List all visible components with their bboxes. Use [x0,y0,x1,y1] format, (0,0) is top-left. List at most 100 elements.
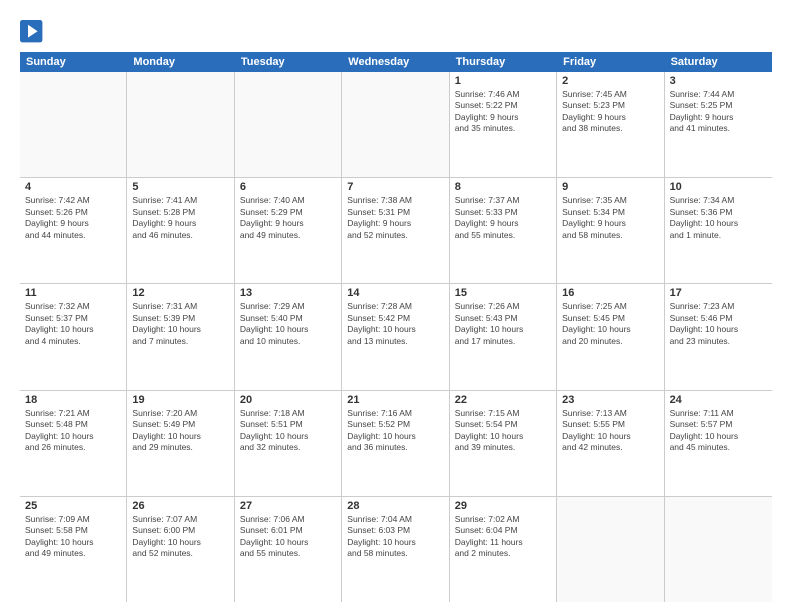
calendar-cell: 17 Sunrise: 7:23 AM Sunset: 5:46 PM Dayli… [665,284,772,389]
day-number: 20 [240,394,336,406]
calendar-header-cell: Wednesday [342,52,449,72]
day-info: Sunrise: 7:45 AM Sunset: 5:23 PM Dayligh… [562,89,658,135]
day-number: 4 [25,181,121,193]
calendar-cell [342,72,449,177]
calendar-cell: 4 Sunrise: 7:42 AM Sunset: 5:26 PM Daylig… [20,178,127,283]
calendar-cell: 23 Sunrise: 7:13 AM Sunset: 5:55 PM Dayli… [557,391,664,496]
day-number: 5 [132,181,228,193]
calendar-row: 11 Sunrise: 7:32 AM Sunset: 5:37 PM Dayli… [20,284,772,390]
day-number: 11 [25,287,121,299]
day-info: Sunrise: 7:06 AM Sunset: 6:01 PM Dayligh… [240,514,336,560]
day-info: Sunrise: 7:44 AM Sunset: 5:25 PM Dayligh… [670,89,767,135]
calendar-header-cell: Sunday [20,52,127,72]
day-info: Sunrise: 7:37 AM Sunset: 5:33 PM Dayligh… [455,195,551,241]
calendar-cell [127,72,234,177]
day-number: 21 [347,394,443,406]
day-info: Sunrise: 7:32 AM Sunset: 5:37 PM Dayligh… [25,301,121,347]
day-info: Sunrise: 7:28 AM Sunset: 5:42 PM Dayligh… [347,301,443,347]
logo [20,20,48,44]
day-info: Sunrise: 7:23 AM Sunset: 5:46 PM Dayligh… [670,301,767,347]
day-info: Sunrise: 7:18 AM Sunset: 5:51 PM Dayligh… [240,408,336,454]
day-number: 23 [562,394,658,406]
day-number: 17 [670,287,767,299]
calendar-cell: 21 Sunrise: 7:16 AM Sunset: 5:52 PM Dayli… [342,391,449,496]
day-number: 26 [132,500,228,512]
day-number: 16 [562,287,658,299]
day-number: 13 [240,287,336,299]
header [20,16,772,44]
day-info: Sunrise: 7:09 AM Sunset: 5:58 PM Dayligh… [25,514,121,560]
day-info: Sunrise: 7:38 AM Sunset: 5:31 PM Dayligh… [347,195,443,241]
day-number: 18 [25,394,121,406]
day-number: 27 [240,500,336,512]
page: SundayMondayTuesdayWednesdayThursdayFrid… [0,0,792,612]
calendar-cell: 15Sunrise: 7:26 AM Sunset: 5:43 PM Dayli… [450,284,557,389]
calendar-cell: 2 Sunrise: 7:45 AM Sunset: 5:23 PM Daylig… [557,72,664,177]
day-number: 25 [25,500,121,512]
day-info: Sunrise: 7:40 AM Sunset: 5:29 PM Dayligh… [240,195,336,241]
calendar-header-cell: Saturday [665,52,772,72]
calendar-body: 1 Sunrise: 7:46 AM Sunset: 5:22 PM Daylig… [20,72,772,602]
day-info: Sunrise: 7:16 AM Sunset: 5:52 PM Dayligh… [347,408,443,454]
calendar-cell: 11 Sunrise: 7:32 AM Sunset: 5:37 PM Dayli… [20,284,127,389]
day-number: 7 [347,181,443,193]
calendar-cell: 20 Sunrise: 7:18 AM Sunset: 5:51 PM Dayli… [235,391,342,496]
day-info: Sunrise: 7:20 AM Sunset: 5:49 PM Dayligh… [132,408,228,454]
calendar-cell: 27 Sunrise: 7:06 AM Sunset: 6:01 PM Dayli… [235,497,342,602]
day-number: 2 [562,75,658,87]
calendar-cell: 10Sunrise: 7:34 AM Sunset: 5:36 PM Dayli… [665,178,772,283]
calendar-cell: 13Sunrise: 7:29 AM Sunset: 5:40 PM Dayli… [235,284,342,389]
logo-icon [20,20,44,44]
day-info: Sunrise: 7:11 AM Sunset: 5:57 PM Dayligh… [670,408,767,454]
calendar-cell [557,497,664,602]
day-number: 3 [670,75,767,87]
calendar: SundayMondayTuesdayWednesdayThursdayFrid… [20,52,772,602]
day-info: Sunrise: 7:21 AM Sunset: 5:48 PM Dayligh… [25,408,121,454]
calendar-cell: 5 Sunrise: 7:41 AM Sunset: 5:28 PM Daylig… [127,178,234,283]
day-info: Sunrise: 7:35 AM Sunset: 5:34 PM Dayligh… [562,195,658,241]
day-info: Sunrise: 7:41 AM Sunset: 5:28 PM Dayligh… [132,195,228,241]
day-number: 28 [347,500,443,512]
calendar-header: SundayMondayTuesdayWednesdayThursdayFrid… [20,52,772,72]
calendar-row: 25 Sunrise: 7:09 AM Sunset: 5:58 PM Dayli… [20,497,772,602]
calendar-header-cell: Tuesday [235,52,342,72]
day-number: 12 [132,287,228,299]
day-info: Sunrise: 7:34 AM Sunset: 5:36 PM Dayligh… [670,195,767,241]
calendar-header-cell: Monday [127,52,234,72]
calendar-header-cell: Friday [557,52,664,72]
calendar-row: 4 Sunrise: 7:42 AM Sunset: 5:26 PM Daylig… [20,178,772,284]
calendar-cell: 19Sunrise: 7:20 AM Sunset: 5:49 PM Dayli… [127,391,234,496]
day-info: Sunrise: 7:42 AM Sunset: 5:26 PM Dayligh… [25,195,121,241]
day-info: Sunrise: 7:13 AM Sunset: 5:55 PM Dayligh… [562,408,658,454]
calendar-cell: 12Sunrise: 7:31 AM Sunset: 5:39 PM Dayli… [127,284,234,389]
calendar-cell: 22Sunrise: 7:15 AM Sunset: 5:54 PM Dayli… [450,391,557,496]
day-number: 22 [455,394,551,406]
day-info: Sunrise: 7:25 AM Sunset: 5:45 PM Dayligh… [562,301,658,347]
calendar-cell: 26 Sunrise: 7:07 AM Sunset: 6:00 PM Dayli… [127,497,234,602]
calendar-cell: 24 Sunrise: 7:11 AM Sunset: 5:57 PM Dayli… [665,391,772,496]
calendar-cell: 29Sunrise: 7:02 AM Sunset: 6:04 PM Dayli… [450,497,557,602]
day-info: Sunrise: 7:04 AM Sunset: 6:03 PM Dayligh… [347,514,443,560]
day-number: 24 [670,394,767,406]
calendar-cell: 6Sunrise: 7:40 AM Sunset: 5:29 PM Daylig… [235,178,342,283]
day-info: Sunrise: 7:07 AM Sunset: 6:00 PM Dayligh… [132,514,228,560]
day-info: Sunrise: 7:02 AM Sunset: 6:04 PM Dayligh… [455,514,551,560]
calendar-cell: 8 Sunrise: 7:37 AM Sunset: 5:33 PM Daylig… [450,178,557,283]
calendar-cell: 7 Sunrise: 7:38 AM Sunset: 5:31 PM Daylig… [342,178,449,283]
day-number: 14 [347,287,443,299]
calendar-cell: 3 Sunrise: 7:44 AM Sunset: 5:25 PM Daylig… [665,72,772,177]
calendar-header-cell: Thursday [450,52,557,72]
calendar-cell: 14 Sunrise: 7:28 AM Sunset: 5:42 PM Dayli… [342,284,449,389]
calendar-row: 18 Sunrise: 7:21 AM Sunset: 5:48 PM Dayli… [20,391,772,497]
day-number: 1 [455,75,551,87]
calendar-cell [235,72,342,177]
calendar-cell: 18 Sunrise: 7:21 AM Sunset: 5:48 PM Dayli… [20,391,127,496]
day-number: 15 [455,287,551,299]
day-info: Sunrise: 7:46 AM Sunset: 5:22 PM Dayligh… [455,89,551,135]
calendar-cell: 25 Sunrise: 7:09 AM Sunset: 5:58 PM Dayli… [20,497,127,602]
calendar-cell: 9Sunrise: 7:35 AM Sunset: 5:34 PM Daylig… [557,178,664,283]
calendar-cell [20,72,127,177]
day-number: 8 [455,181,551,193]
calendar-cell: 16 Sunrise: 7:25 AM Sunset: 5:45 PM Dayli… [557,284,664,389]
calendar-row: 1 Sunrise: 7:46 AM Sunset: 5:22 PM Daylig… [20,72,772,178]
